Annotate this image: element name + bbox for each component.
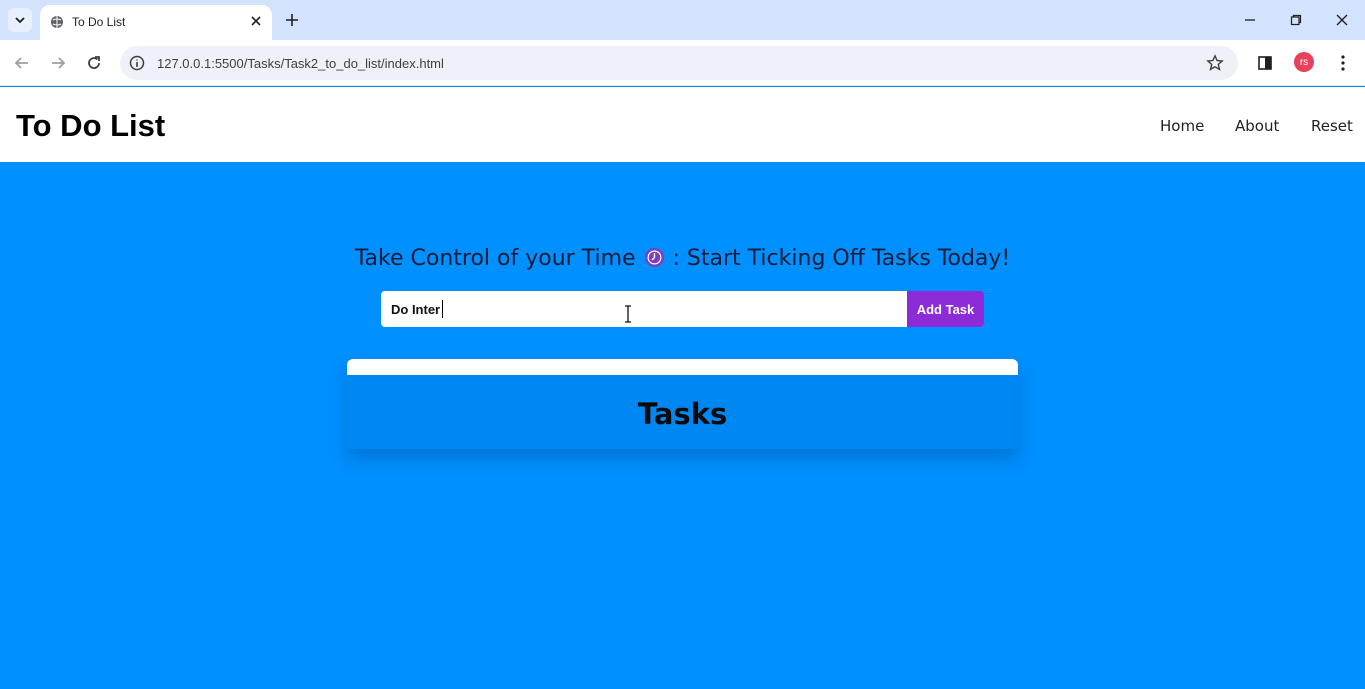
plus-icon bbox=[286, 14, 298, 26]
browser-tab-bar: To Do List bbox=[0, 0, 1365, 40]
tab-close-button[interactable] bbox=[248, 13, 264, 29]
browser-tab[interactable]: To Do List bbox=[40, 5, 272, 40]
text-cursor-icon bbox=[625, 305, 631, 323]
minimize-button[interactable] bbox=[1240, 10, 1260, 30]
restore-button[interactable] bbox=[1286, 10, 1306, 30]
tasks-panel-topbar bbox=[347, 359, 1018, 375]
nav-link-home[interactable]: Home bbox=[1160, 117, 1204, 135]
restore-icon bbox=[1290, 14, 1302, 26]
site-header: To Do List Home About Reset bbox=[0, 87, 1365, 162]
task-input[interactable] bbox=[381, 291, 908, 327]
new-tab-button[interactable] bbox=[282, 10, 302, 30]
close-icon bbox=[251, 16, 261, 26]
nav-link-reset[interactable]: Reset bbox=[1311, 117, 1353, 135]
tab-title: To Do List bbox=[72, 15, 126, 29]
info-icon[interactable] bbox=[129, 55, 145, 71]
clock-icon bbox=[644, 248, 664, 267]
side-panel-button[interactable] bbox=[1255, 53, 1275, 73]
profile-avatar[interactable]: rs bbox=[1294, 52, 1314, 72]
side-panel-icon bbox=[1258, 56, 1272, 70]
reload-icon bbox=[88, 56, 100, 69]
browser-toolbar: 127.0.0.1:5500/Tasks/Task2_to_do_list/in… bbox=[0, 40, 1365, 86]
forward-button[interactable] bbox=[47, 52, 69, 74]
globe-icon bbox=[51, 16, 63, 28]
chevron-down-icon bbox=[15, 17, 25, 24]
arrow-left-icon bbox=[14, 57, 28, 69]
close-icon bbox=[1336, 14, 1348, 26]
window-close-button[interactable] bbox=[1332, 10, 1352, 30]
url-text[interactable]: 127.0.0.1:5500/Tasks/Task2_to_do_list/in… bbox=[157, 56, 444, 71]
minimize-icon bbox=[1245, 19, 1255, 21]
nav-link-about[interactable]: About bbox=[1235, 117, 1279, 135]
browser-menu-button[interactable] bbox=[1333, 53, 1353, 73]
reload-button[interactable] bbox=[83, 52, 105, 74]
back-button[interactable] bbox=[11, 52, 33, 74]
tagline-text-start: Take Control of your Time bbox=[354, 246, 636, 271]
tasks-heading: Tasks bbox=[637, 397, 728, 431]
arrow-right-icon bbox=[52, 57, 66, 69]
text-caret bbox=[442, 300, 443, 318]
tab-search-button[interactable] bbox=[8, 8, 32, 32]
tasks-panel: Tasks bbox=[347, 359, 1018, 449]
add-task-button[interactable]: Add Task bbox=[907, 291, 984, 327]
tagline: Take Control of your Time : Start Tickin… bbox=[0, 246, 1365, 271]
tagline-text-end: : Start Ticking Off Tasks Today! bbox=[672, 246, 1011, 271]
more-vertical-icon bbox=[1341, 55, 1345, 71]
address-bar[interactable]: 127.0.0.1:5500/Tasks/Task2_to_do_list/in… bbox=[120, 46, 1238, 80]
site-title: To Do List bbox=[16, 108, 166, 143]
star-icon[interactable] bbox=[1206, 54, 1224, 72]
